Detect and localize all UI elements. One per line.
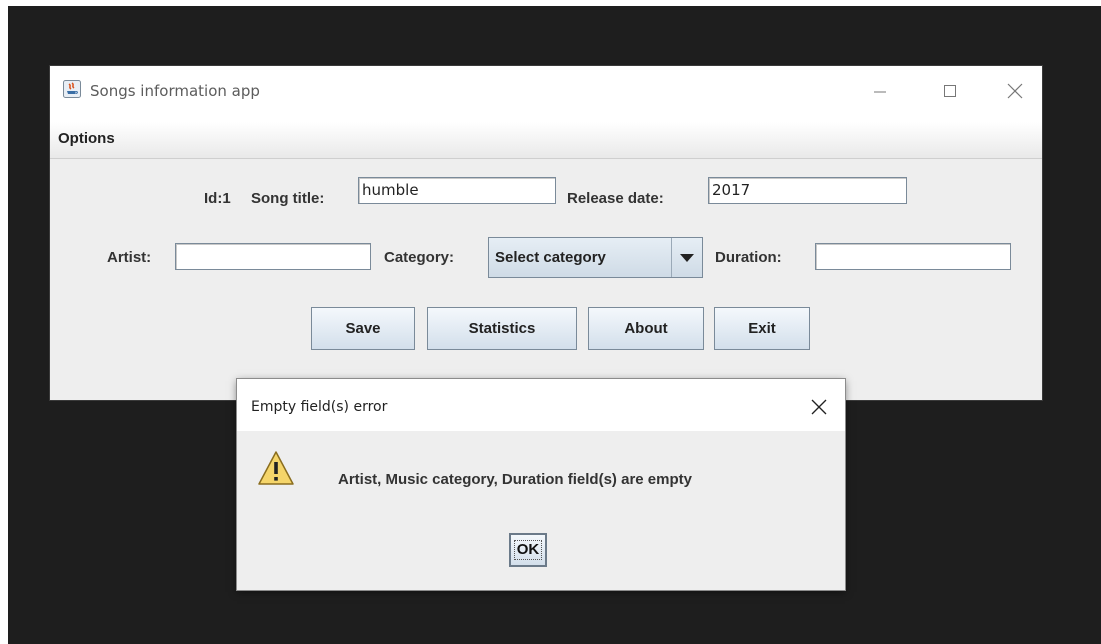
duration-label: Duration: [715, 249, 782, 266]
id-label: Id:1 [204, 190, 231, 207]
artist-label: Artist: [107, 249, 152, 266]
close-icon [1007, 83, 1023, 99]
minimize-button[interactable] [860, 78, 900, 104]
error-message: Artist, Music category, Duration field(s… [338, 471, 692, 488]
java-app-icon [63, 80, 81, 98]
dialog-titlebar: Empty field(s) error [237, 379, 845, 431]
close-window-button[interactable] [995, 78, 1035, 104]
statistics-button[interactable]: Statistics [427, 307, 577, 350]
window-title: Songs information app [90, 82, 260, 100]
ok-button-label: OK [513, 540, 543, 560]
error-dialog: Empty field(s) error Artist, Music categ… [237, 379, 845, 590]
song-title-input[interactable]: humble [358, 177, 556, 204]
close-icon [811, 399, 827, 415]
menubar: Options [50, 122, 1042, 159]
chevron-down-icon [680, 253, 694, 262]
minimize-icon [874, 91, 886, 93]
main-window: Songs information app Options Id:1 Song … [50, 66, 1042, 400]
duration-input[interactable] [815, 243, 1011, 270]
category-selected-value: Select category [495, 249, 606, 266]
window-titlebar: Songs information app [50, 66, 1042, 122]
song-title-label: Song title: [251, 190, 325, 207]
release-date-label: Release date: [567, 190, 664, 207]
exit-button[interactable]: Exit [714, 307, 810, 350]
category-label: Category: [384, 249, 455, 266]
about-button[interactable]: About [588, 307, 704, 350]
maximize-icon [944, 85, 956, 97]
ok-button[interactable]: OK [509, 533, 547, 567]
release-date-input[interactable]: 2017 [708, 177, 907, 204]
menu-options[interactable]: Options [58, 130, 115, 147]
save-button[interactable]: Save [311, 307, 415, 350]
category-dropdown-button[interactable] [671, 238, 702, 277]
dialog-title: Empty field(s) error [251, 399, 388, 415]
category-select[interactable]: Select category [488, 237, 703, 278]
warning-icon [258, 451, 294, 485]
artist-input[interactable] [175, 243, 371, 270]
dialog-close-button[interactable] [805, 393, 833, 421]
maximize-button[interactable] [930, 78, 970, 104]
